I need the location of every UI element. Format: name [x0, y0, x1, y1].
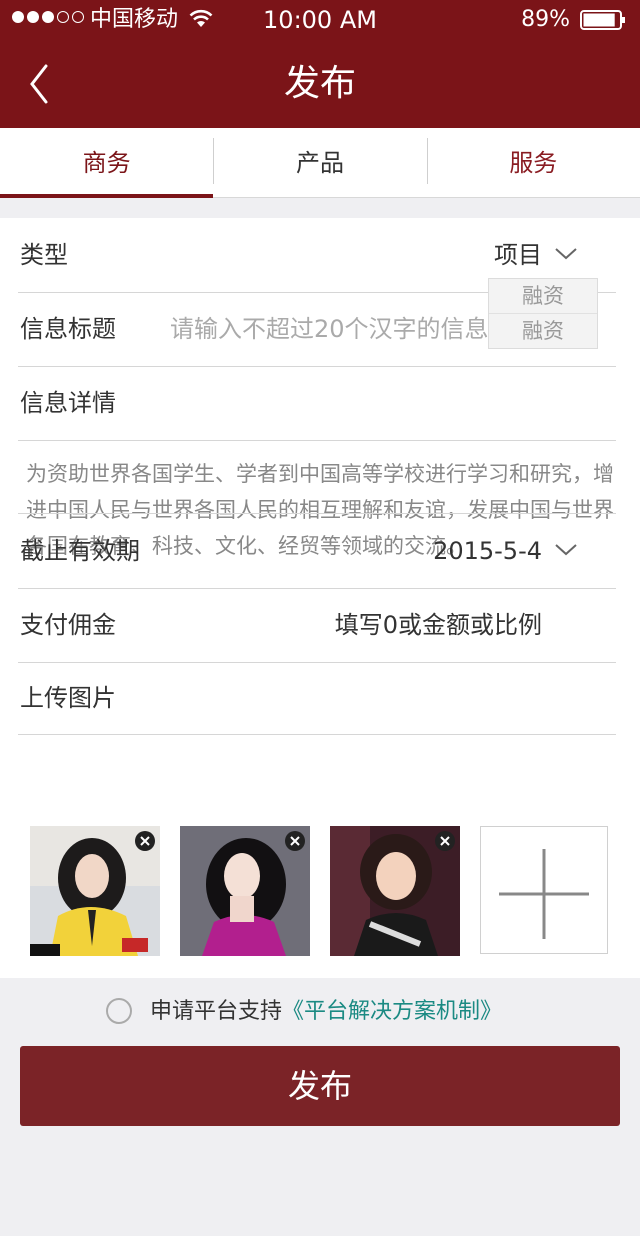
close-icon[interactable]: [434, 830, 456, 852]
page-title: 发布: [283, 63, 356, 104]
agreement-checkbox[interactable]: [106, 998, 132, 1024]
plus-icon: [499, 849, 589, 939]
publish-button[interactable]: 发布: [20, 1046, 620, 1126]
close-icon[interactable]: [284, 830, 306, 852]
photo-grid: [0, 826, 640, 966]
deadline-label: 截止有效期: [20, 537, 140, 565]
tab-business[interactable]: 商务: [0, 128, 214, 198]
agreement-row: 申请平台支持《平台解决方案机制》: [0, 996, 640, 1032]
dropdown-option[interactable]: 融资: [489, 279, 597, 313]
uploaded-photo-1[interactable]: [30, 826, 160, 956]
tab-products[interactable]: 产品: [213, 128, 426, 197]
close-icon[interactable]: [134, 830, 156, 852]
uploaded-photo-3[interactable]: [330, 826, 460, 956]
dropdown-option[interactable]: 融资: [489, 313, 597, 348]
agreement-text: 申请平台支持: [150, 999, 283, 1024]
commission-label: 支付佣金: [20, 611, 116, 639]
publish-form: 类型 项目 信息标题 请输入不超过20个汉字的信息 融资 融资 信息详情 为资助…: [0, 218, 640, 978]
app-header: 中国移动 10:00 AM 89% 发布: [0, 0, 640, 128]
battery-percent: 89%: [521, 7, 570, 32]
upload-row: 上传图片: [18, 662, 616, 735]
uploaded-photo-2[interactable]: [180, 826, 310, 956]
type-label: 类型: [20, 241, 68, 269]
details-row: 信息详情: [18, 366, 616, 441]
title-label: 信息标题: [20, 315, 116, 343]
tab-bar: 商务 产品 服务: [0, 128, 640, 198]
commission-input[interactable]: 填写0或金额或比例: [335, 588, 542, 662]
type-dropdown: 融资 融资: [488, 278, 598, 349]
battery-icon: [580, 10, 625, 30]
add-photo-button[interactable]: [480, 826, 608, 954]
status-bar: 中国移动 10:00 AM 89%: [0, 0, 640, 40]
deadline-value[interactable]: 2015-5-4: [433, 514, 542, 588]
nav-bar: 发布: [0, 40, 640, 128]
details-label: 信息详情: [20, 389, 116, 417]
deadline-row[interactable]: 截止有效期 2015-5-4: [18, 513, 616, 589]
chevron-down-icon[interactable]: [554, 246, 578, 262]
agreement-link[interactable]: 《平台解决方案机制》: [282, 999, 502, 1024]
chevron-down-icon[interactable]: [554, 542, 578, 558]
upload-label: 上传图片: [20, 684, 116, 712]
title-input[interactable]: 请输入不超过20个汉字的信息: [170, 292, 489, 366]
agreement-text-wrapper: 申请平台支持《平台解决方案机制》: [150, 996, 502, 1028]
commission-row: 支付佣金 填写0或金额或比例: [18, 588, 616, 663]
tab-services[interactable]: 服务: [426, 128, 640, 197]
